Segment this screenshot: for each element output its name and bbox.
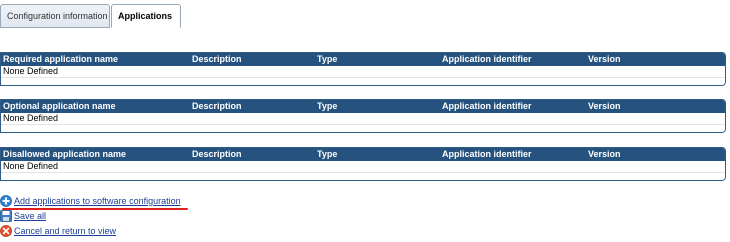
- column-header-description[interactable]: Description: [192, 54, 242, 65]
- save-all-label[interactable]: Save all: [14, 209, 46, 223]
- column-header-name[interactable]: Optional application name: [3, 101, 116, 112]
- cancel-link[interactable]: Cancel and return to view: [0, 224, 200, 238]
- table-row: [1, 125, 725, 132]
- tab-applications[interactable]: Applications: [111, 4, 181, 28]
- column-header-version[interactable]: Version: [588, 101, 621, 112]
- column-header-type[interactable]: Type: [317, 54, 337, 65]
- add-applications-link[interactable]: Add applications to software configurati…: [0, 194, 200, 210]
- column-header-description[interactable]: Description: [192, 101, 242, 112]
- required-applications-table: Required application name Description Ty…: [0, 52, 726, 86]
- table-row: None Defined: [1, 161, 725, 173]
- column-header-description[interactable]: Description: [192, 149, 242, 160]
- table-header: Disallowed application name Description …: [1, 148, 725, 161]
- cancel-icon: [0, 225, 12, 237]
- table-row: None Defined: [1, 66, 725, 78]
- tab-bar: Configuration information Applications: [0, 4, 730, 28]
- table-header: Required application name Description Ty…: [1, 53, 725, 66]
- column-header-name[interactable]: Required application name: [3, 54, 118, 65]
- tab-configuration-information[interactable]: Configuration information: [0, 4, 110, 28]
- table-row: None Defined: [1, 113, 725, 125]
- table-row: [1, 173, 725, 180]
- column-header-type[interactable]: Type: [317, 101, 337, 112]
- save-all-link[interactable]: Save all: [0, 209, 200, 223]
- column-header-application-identifier[interactable]: Application identifier: [442, 101, 532, 112]
- column-header-name[interactable]: Disallowed application name: [3, 149, 126, 160]
- column-header-version[interactable]: Version: [588, 54, 621, 65]
- column-header-type[interactable]: Type: [317, 149, 337, 160]
- add-applications-label[interactable]: Add applications to software configurati…: [14, 194, 181, 208]
- cancel-label[interactable]: Cancel and return to view: [14, 224, 116, 238]
- column-header-application-identifier[interactable]: Application identifier: [442, 149, 532, 160]
- column-header-version[interactable]: Version: [588, 149, 621, 160]
- table-header: Optional application name Description Ty…: [1, 100, 725, 113]
- add-icon: [0, 195, 12, 207]
- column-header-application-identifier[interactable]: Application identifier: [442, 54, 532, 65]
- optional-applications-table: Optional application name Description Ty…: [0, 99, 726, 133]
- table-row: [1, 78, 725, 85]
- disallowed-applications-table: Disallowed application name Description …: [0, 147, 726, 181]
- save-icon: [0, 210, 12, 222]
